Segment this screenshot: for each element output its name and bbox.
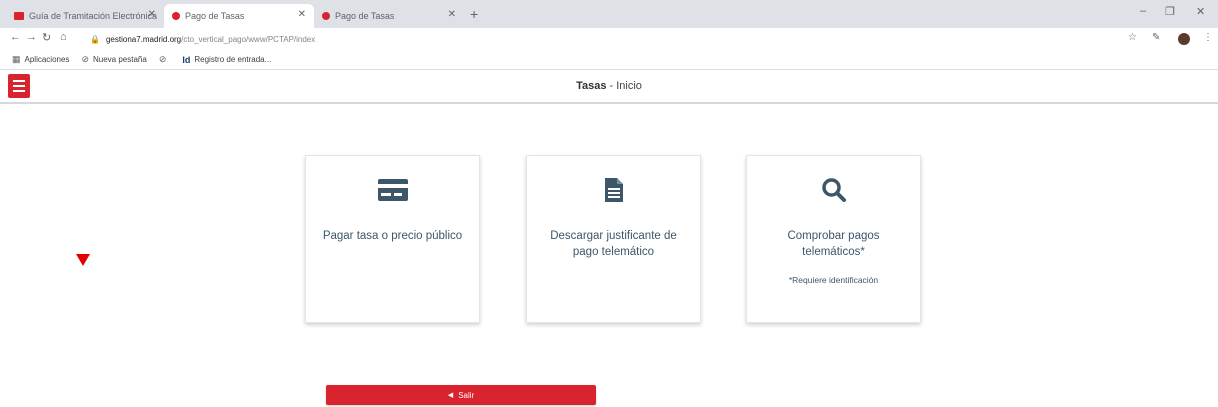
tab-close-icon[interactable]: ✕ bbox=[298, 9, 306, 20]
pay-fee-card[interactable]: Pagar tasa o precio público bbox=[305, 155, 480, 323]
bookmark-globe[interactable]: ⊘ bbox=[159, 54, 171, 65]
browser-tab[interactable]: Pago de Tasas ✕ bbox=[314, 4, 464, 28]
exit-button[interactable]: ◀ Salir bbox=[326, 385, 596, 405]
url-host: gestiona7.madrid.org bbox=[105, 35, 182, 44]
card-label: Comprobar pagos telemáticos* bbox=[787, 230, 880, 258]
new-tab-button[interactable]: + bbox=[470, 6, 478, 22]
check-payments-card[interactable]: Comprobar pagos telemáticos* *Requiere i… bbox=[746, 155, 921, 323]
bookmark-label: Aplicaciones bbox=[24, 55, 70, 64]
tab-favicon-icon bbox=[172, 12, 180, 20]
download-receipt-card[interactable]: Descargar justificante de pago telemátic… bbox=[526, 155, 701, 323]
breadcrumb-current: Inicio bbox=[616, 80, 642, 92]
breadcrumb: Tasas - Inicio bbox=[0, 80, 1218, 92]
address-bar[interactable]: 🔒 gestiona7.madrid.org /cto_vertical_pag… bbox=[90, 32, 1110, 47]
red-marker-icon bbox=[76, 254, 90, 266]
bookmark-apps[interactable]: ▦ Aplicaciones bbox=[12, 54, 69, 65]
back-icon[interactable]: ← bbox=[10, 31, 21, 43]
url-path: /cto_vertical_pago/www/PCTAP/index bbox=[181, 35, 316, 44]
breadcrumb-section[interactable]: Tasas bbox=[576, 80, 606, 92]
profile-avatar[interactable] bbox=[1178, 33, 1190, 45]
tab-favicon-icon bbox=[14, 12, 24, 20]
home-icon[interactable]: ⌂ bbox=[60, 31, 67, 43]
tab-title: Pago de Tasas bbox=[335, 11, 395, 21]
exit-button-label: Salir bbox=[458, 390, 475, 400]
document-icon bbox=[527, 176, 700, 204]
globe-icon: ⊘ bbox=[81, 54, 89, 64]
id-icon: Id bbox=[182, 54, 191, 65]
card-note: *Requiere identificación bbox=[788, 275, 879, 285]
maximize-icon[interactable]: ❐ bbox=[1165, 5, 1175, 18]
extension-icon[interactable]: ✎ bbox=[1152, 32, 1160, 43]
apps-icon: ▦ bbox=[12, 54, 21, 64]
bookmark-label: Nueva pestaña bbox=[92, 55, 147, 64]
card-label: Pagar tasa o precio público bbox=[322, 230, 463, 242]
browser-tab-strip: Guía de Tramitación Electrónica ✕ Pago d… bbox=[0, 0, 1218, 28]
tab-favicon-icon bbox=[322, 12, 330, 20]
forward-icon[interactable]: → bbox=[26, 31, 37, 43]
globe-icon: ⊘ bbox=[158, 54, 167, 64]
tab-close-icon[interactable]: ✕ bbox=[448, 9, 456, 20]
tab-title: Pago de Tasas bbox=[185, 11, 245, 21]
bookmark-new-tab[interactable]: ⊘ Nueva pestaña bbox=[81, 54, 146, 65]
exit-icon: ◀ bbox=[447, 392, 454, 399]
bookmark-registro[interactable]: Id Registro de entrada... bbox=[182, 55, 271, 65]
breadcrumb-separator: - bbox=[609, 80, 614, 92]
browser-tab[interactable]: Guía de Tramitación Electrónica ✕ bbox=[6, 4, 164, 28]
search-icon bbox=[747, 176, 920, 204]
card-label: Descargar justificante de pago telemátic… bbox=[550, 230, 677, 258]
bookmark-label: Registro de entrada... bbox=[194, 55, 272, 64]
tab-close-icon[interactable]: ✕ bbox=[148, 9, 156, 20]
browser-tab-active[interactable]: Pago de Tasas ✕ bbox=[164, 4, 314, 28]
browser-menu-icon[interactable]: ⋮ bbox=[1203, 32, 1213, 43]
bookmark-star-icon[interactable]: ☆ bbox=[1128, 32, 1137, 43]
tab-title: Guía de Tramitación Electrónica bbox=[29, 11, 158, 21]
close-window-icon[interactable]: ✕ bbox=[1196, 5, 1205, 18]
credit-card-icon bbox=[306, 176, 479, 204]
bookmarks-bar: ▦ Aplicaciones ⊘ Nueva pestaña ⊘ Id Regi… bbox=[0, 50, 1218, 70]
minimize-icon[interactable]: – bbox=[1140, 5, 1146, 17]
lock-icon: 🔒 bbox=[90, 35, 100, 44]
reload-icon[interactable]: ↻ bbox=[42, 31, 51, 44]
browser-toolbar: ← → ↻ ⌂ 🔒 gestiona7.madrid.org /cto_vert… bbox=[0, 28, 1218, 50]
